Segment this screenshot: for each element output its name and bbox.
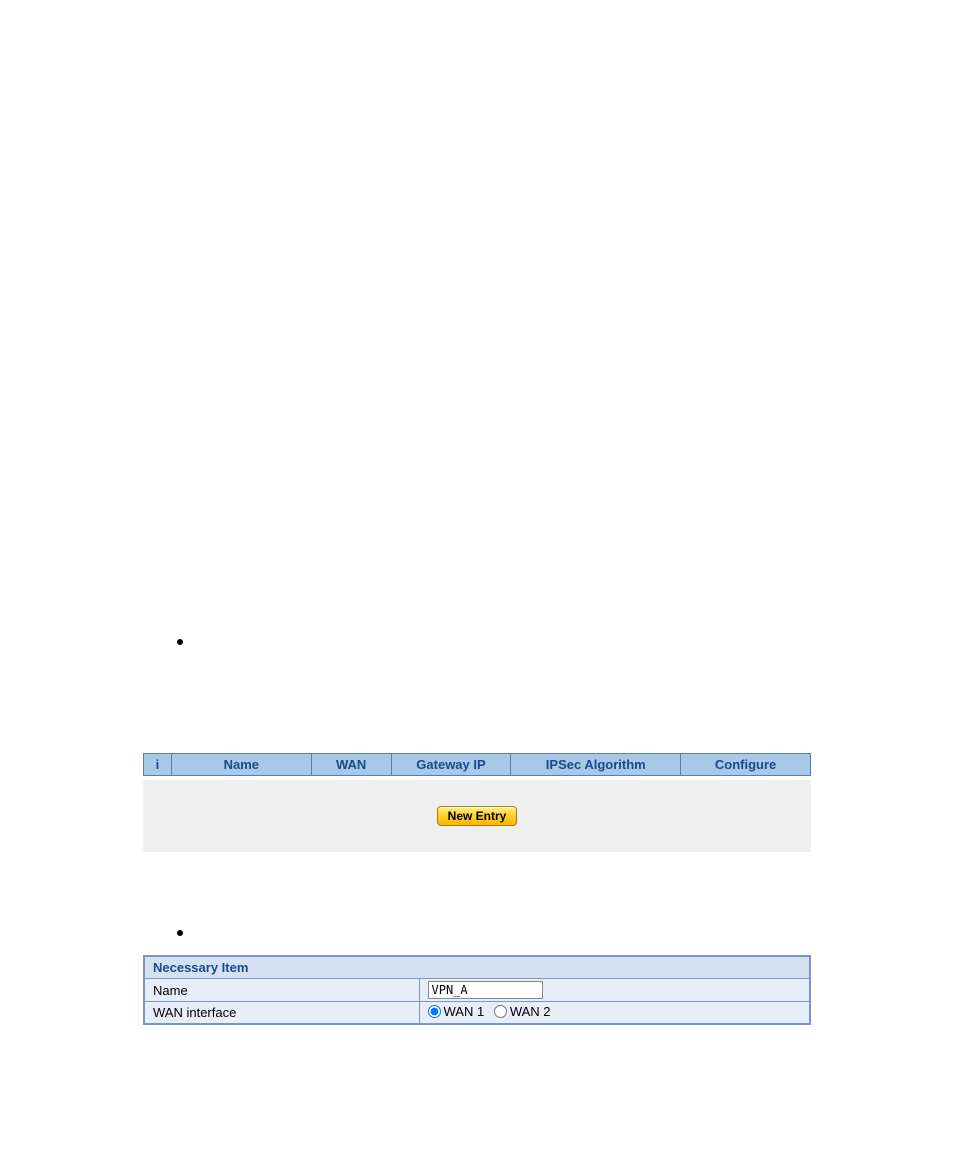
new-entry-area: New Entry	[143, 780, 811, 852]
col-header-algorithm: IPSec Algorithm	[511, 754, 681, 776]
ipsec-list-table: i Name WAN Gateway IP IPSec Algorithm Co…	[143, 753, 811, 776]
name-label: Name	[144, 979, 419, 1002]
necessary-item-header: Necessary Item	[144, 956, 810, 979]
wan1-radio[interactable]	[428, 1005, 441, 1018]
wan-interface-label: WAN interface	[144, 1002, 419, 1025]
new-entry-button[interactable]: New Entry	[437, 806, 518, 826]
wan1-label[interactable]: WAN 1	[444, 1004, 485, 1019]
wan-interface-value-cell: WAN 1 WAN 2	[419, 1002, 810, 1025]
col-header-name: Name	[171, 754, 311, 776]
col-header-i: i	[144, 754, 172, 776]
bullet-1	[177, 639, 183, 645]
col-header-gateway: Gateway IP	[391, 754, 511, 776]
bullet-2	[177, 930, 183, 936]
wan2-radio[interactable]	[494, 1005, 507, 1018]
col-header-configure: Configure	[681, 754, 811, 776]
necessary-item-table: Necessary Item Name WAN interface WAN 1 …	[143, 955, 811, 1025]
wan2-label[interactable]: WAN 2	[510, 1004, 551, 1019]
name-input[interactable]	[428, 981, 543, 999]
col-header-wan: WAN	[311, 754, 391, 776]
name-value-cell	[419, 979, 810, 1002]
